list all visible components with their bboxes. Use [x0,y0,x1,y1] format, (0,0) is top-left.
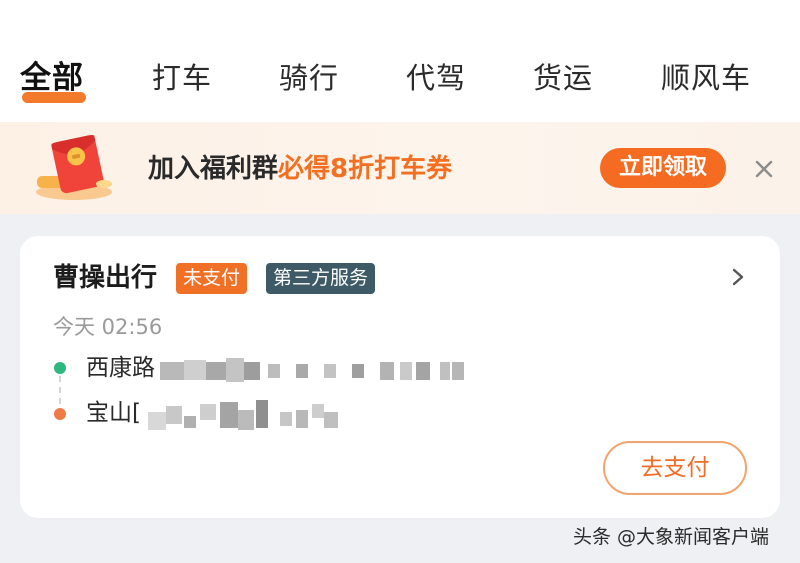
close-icon[interactable] [752,157,776,181]
watermark: 头条 @大象新闻客户端 [573,526,770,548]
promo-banner[interactable]: 加入福利群必得8折打车券 立即领取 [0,122,800,214]
start-point-dot [54,362,66,374]
tab-carpool[interactable]: 顺风车 [661,58,751,98]
claim-now-button[interactable]: 立即领取 [600,148,726,188]
red-envelope-icon [36,134,112,200]
end-point-dot [54,408,66,420]
promo-text: 加入福利群必得8折打车券 [148,151,452,187]
tab-cycling[interactable]: 骑行 [279,58,339,98]
order-time: 今天 02:56 [53,315,163,339]
tab-designated-driver[interactable]: 代驾 [406,58,466,98]
start-address-redaction [160,358,480,384]
promo-text-highlight: 必得8折打车券 [278,154,453,184]
third-party-badge: 第三方服务 [266,263,376,294]
route-connector [59,376,61,404]
provider-name: 曹操出行 [53,263,158,293]
unpaid-badge: 未支付 [176,263,248,294]
category-tab-bar: 全部 打车 骑行 代驾 货运 顺风车 [0,0,800,122]
end-address: 宝山[ [86,400,141,426]
order-card[interactable]: 曹操出行 未支付 第三方服务 今天 02:56 西康路 宝山[去支付 [20,236,780,518]
end-address-redaction [148,400,348,434]
tab-all[interactable]: 全部 [20,58,84,98]
tab-taxi[interactable]: 打车 [152,58,212,98]
promo-text-main: 加入福利群 [148,154,279,184]
tab-freight[interactable]: 货运 [533,58,593,98]
start-address: 西康路 [86,355,155,381]
chevron-right-icon[interactable] [728,266,748,288]
pay-now-button[interactable]: 去支付 [603,441,747,495]
